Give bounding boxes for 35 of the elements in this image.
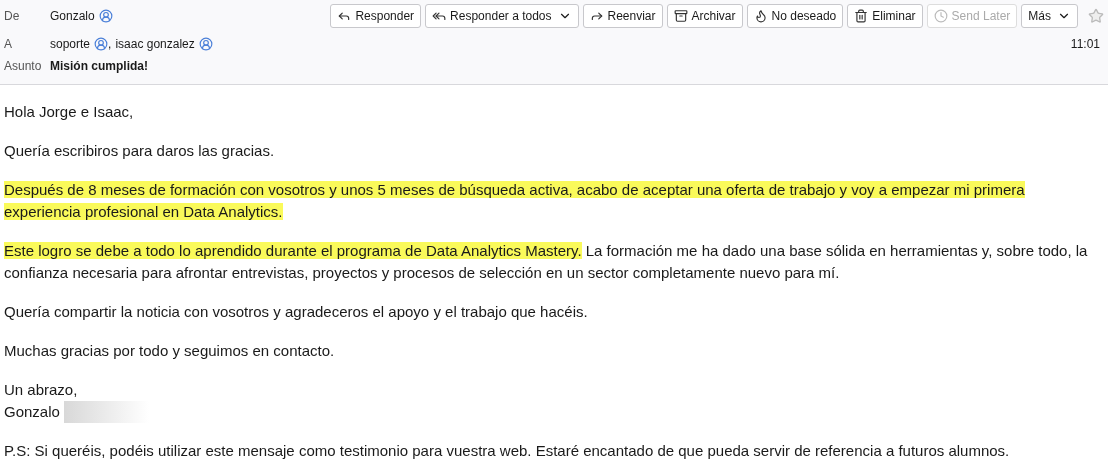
body-paragraph: Después de 8 meses de formación con vosotros y unos 5 meses de búsqueda activa, acabo de aceptar una oferta de trabajo y voy a empezar mi primera experiencia profesional en Data Analytics. <box>4 180 1026 222</box>
star-icon[interactable] <box>1088 8 1104 24</box>
body-paragraph: Quería escribiros para daros las gracias. <box>4 141 276 161</box>
from-label: De <box>4 8 21 25</box>
toolbar-button[interactable]: Más <box>1021 4 1078 28</box>
clock-icon <box>933 9 948 23</box>
reply-icon <box>337 9 352 23</box>
toolbar-button[interactable]: Eliminar <box>847 4 923 28</box>
subject-text: Misión cumplida! <box>50 58 148 75</box>
toolbar-button[interactable]: Archivar <box>666 4 743 28</box>
contact-icon <box>198 37 213 51</box>
archive-box-icon <box>673 9 688 23</box>
trash-icon <box>854 9 869 23</box>
contact-icon <box>94 37 109 51</box>
message-time: 11:01 <box>1070 36 1100 53</box>
signature-name: Gonzalo <box>4 402 60 422</box>
toolbar-button[interactable]: Responder <box>330 4 422 28</box>
contact-name[interactable]: isaac gonzalez <box>115 35 195 53</box>
body-paragraph: Este logro se debe a todo lo aprendido durante el programa de Data Analytics Mastery. La formación me ha dado una base sólida en herramientas y, sobre todo, la confianza necesaria para afrontar entrevistas, proyectos y procesos de selección en un sector completamente nuevo para mí. <box>4 241 1089 283</box>
flame-icon <box>753 9 768 23</box>
contact-icon <box>98 9 113 23</box>
contact-name[interactable]: Gonzalo <box>50 7 95 25</box>
forward-icon <box>589 9 604 23</box>
body-paragraph: Muchas gracias por todo y seguimos en contacto. <box>4 341 336 361</box>
body-paragraph: P.S: Si queréis, podéis utilizar este mensaje como testimonio para vuestra web. Estaré encantado de que pueda servir de referencia a futuros alumnos. <box>4 441 1011 461</box>
body-paragraph: Hola Jorge e Isaac, <box>4 102 135 122</box>
subject-label: Asunto <box>4 58 43 75</box>
toolbar-button[interactable]: Responder a todos <box>425 4 579 28</box>
body-paragraph: Quería compartir la noticia con vosotros y agradeceros el apoyo y el trabajo que hacéis. <box>4 302 589 322</box>
toolbar-button[interactable]: Reenviar <box>582 4 663 28</box>
signature-closing: Un abrazo, <box>4 380 79 400</box>
to-label: A <box>4 36 13 53</box>
contact-name[interactable]: soporte <box>50 35 91 53</box>
comma-separator: , <box>108 36 112 53</box>
toolbar-button[interactable]: No deseado <box>746 4 844 28</box>
